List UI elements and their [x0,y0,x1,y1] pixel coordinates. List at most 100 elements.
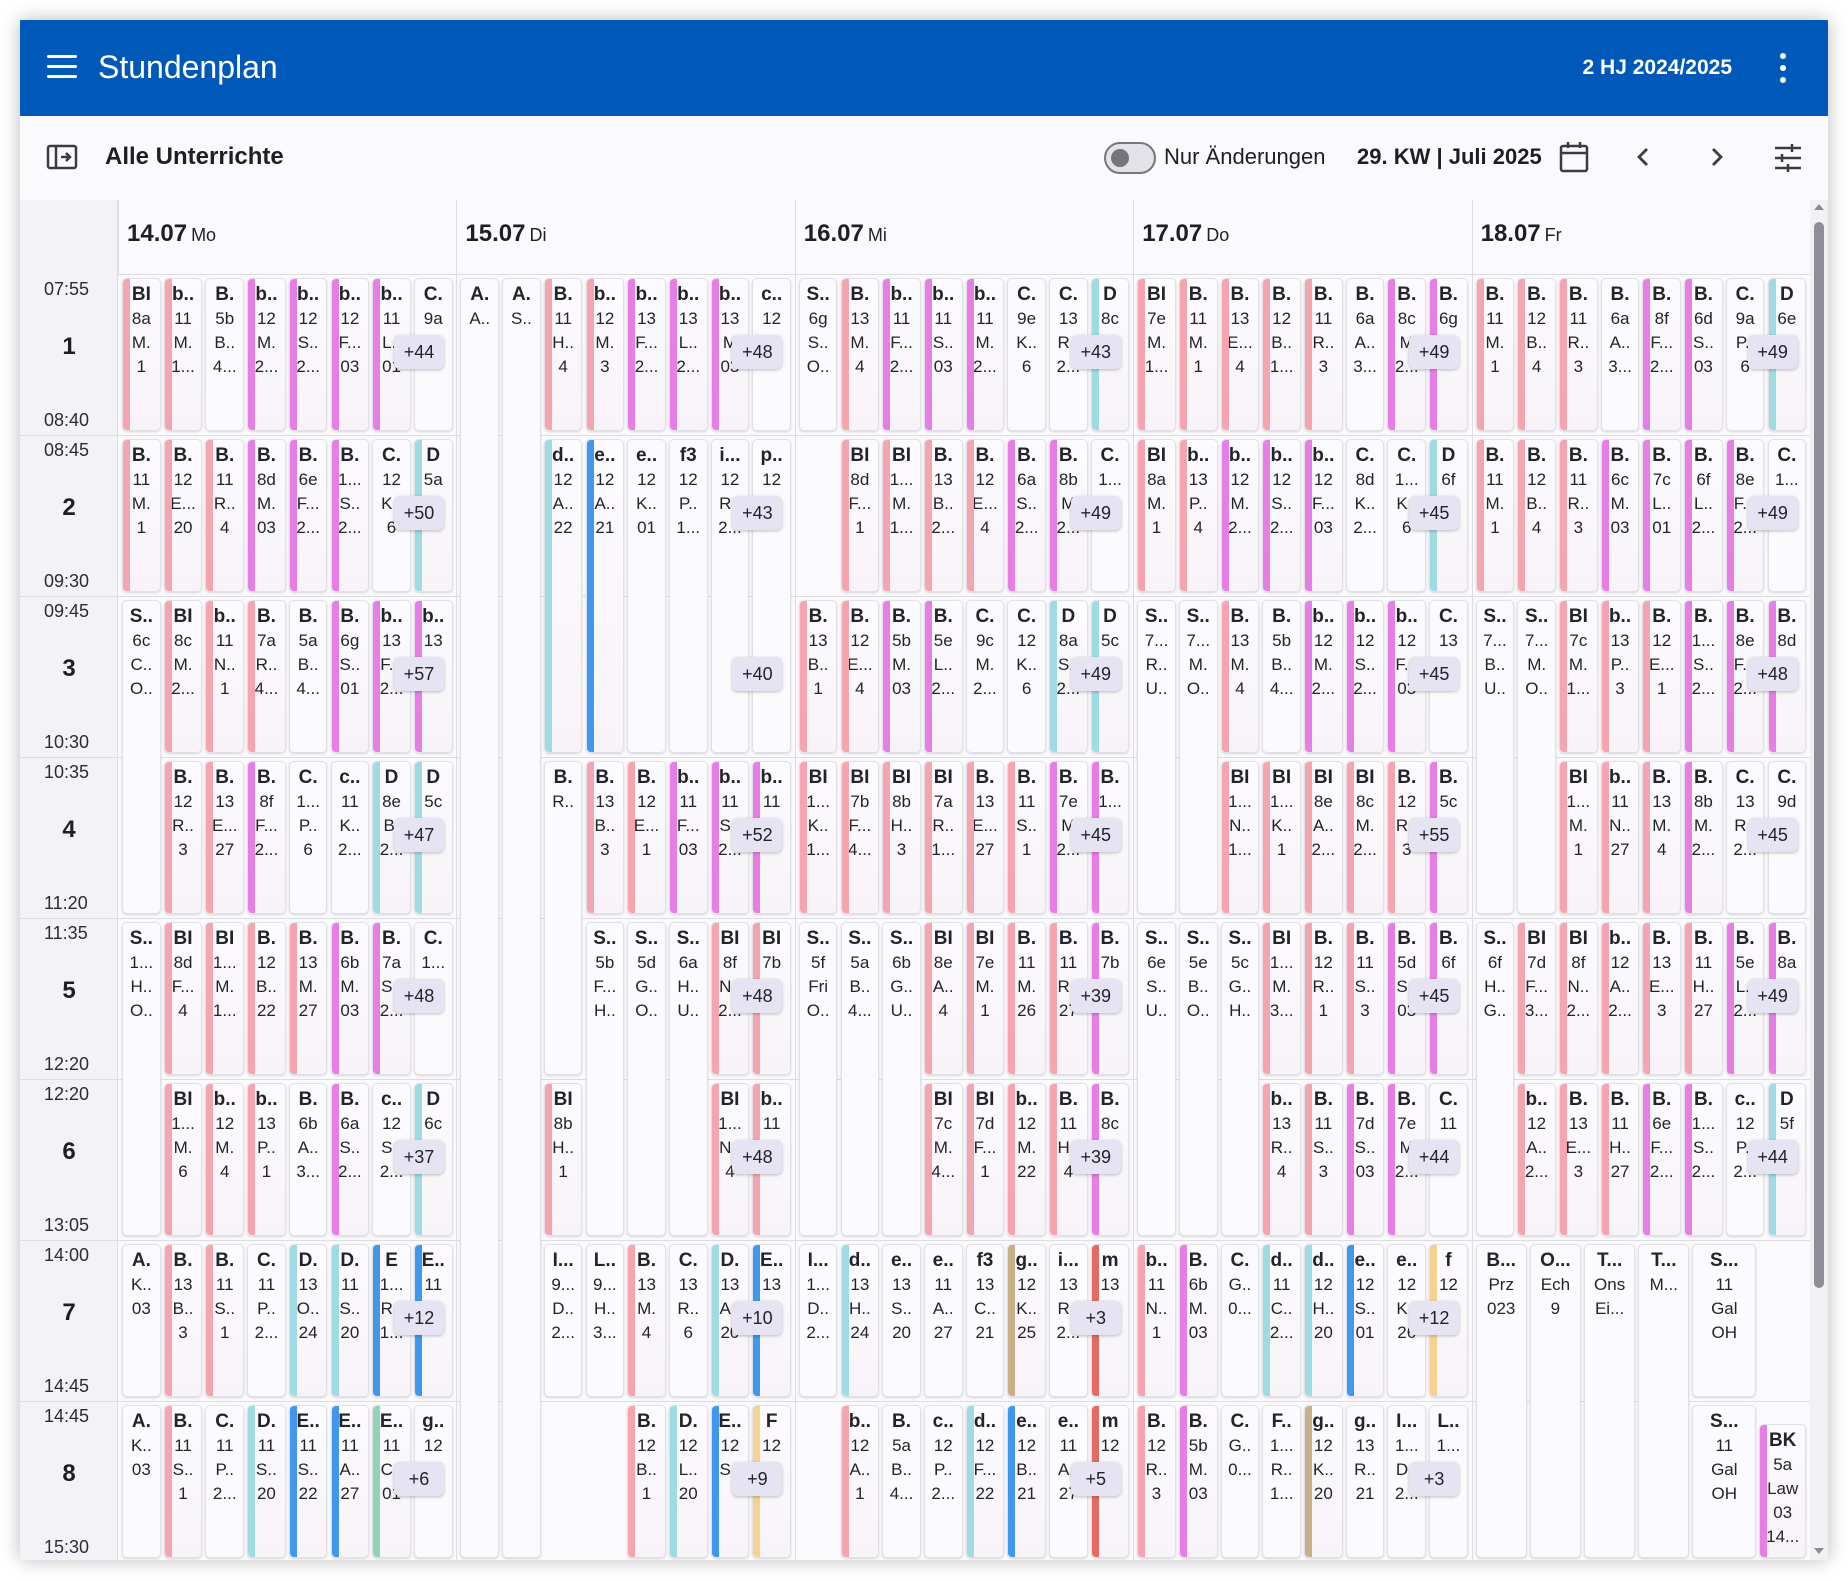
lesson-card[interactable]: B. 11 M. 1 [122,439,161,592]
lesson-card[interactable]: S.. 7... B.. U.. [1475,600,1515,914]
lesson-card[interactable]: A. A.. [460,278,500,1558]
lesson-card[interactable]: C. 9e K.. 6 [1007,278,1046,431]
lesson-card[interactable]: B. 12 E... 4 [965,439,1005,592]
lesson-card[interactable]: B. 12 B.. 1 [627,1405,666,1558]
more-lessons-button[interactable]: +45 [1409,979,1460,1013]
lesson-card[interactable]: S.. 5a B.. 4... [840,922,880,1236]
lesson-card[interactable]: BI 1... M. 6 [163,1083,203,1236]
lesson-card[interactable]: S.. 5c G.. H.. [1220,922,1260,1236]
lesson-card[interactable]: B. 7c L.. 01 [1642,439,1682,592]
lesson-card[interactable]: BI 7d F... 1 [965,1083,1005,1236]
lesson-card[interactable]: I... 9... D.. 2... [543,1244,583,1397]
lesson-card[interactable]: B. 13 B.. 2... [923,439,963,592]
lesson-card[interactable]: B. 13 B.. 1 [798,600,838,753]
lesson-card[interactable]: B. 13 M. 4 [1642,761,1682,914]
day-header-3[interactable]: 17.07 Do [1133,200,1471,275]
lesson-card[interactable]: S.. 7... R.. U.. [1137,600,1176,914]
more-lessons-button[interactable]: +45 [1070,818,1121,852]
lesson-card[interactable]: BI 7c M. 1... [1559,600,1598,753]
more-lessons-button[interactable]: +45 [1409,657,1460,691]
lesson-card[interactable]: b.. 12 S.. 2... [1262,439,1301,592]
scroll-down-icon[interactable] [1814,1548,1824,1554]
lesson-card[interactable]: B. 8d M. 03 [247,439,286,592]
lesson-card[interactable]: B. 5b M. 03 [882,600,921,753]
lesson-card[interactable]: S... 11 Gal OH [1692,1405,1757,1558]
lesson-card[interactable]: f3 12 P.. 1... [668,439,708,753]
lesson-card[interactable]: b.. 11 F... 03 [668,761,708,914]
lesson-card[interactable]: BI 8b H.. 1 [543,1083,583,1236]
lesson-card[interactable]: BI 8b H.. 3 [882,761,921,914]
lesson-card[interactable]: D. 11 S.. 20 [247,1405,286,1558]
lesson-card[interactable]: b.. 12 F... 03 [1304,439,1343,592]
more-lessons-button[interactable]: +55 [1409,818,1460,852]
lesson-card[interactable]: BI 8e A.. 4 [923,922,963,1075]
lesson-card[interactable]: BI 8f N.. 2... [1559,922,1598,1075]
lesson-card[interactable]: b.. 12 S.. 2... [1345,600,1385,753]
lesson-card[interactable]: C. 11 P.. 2... [247,1244,286,1397]
lesson-card[interactable]: B. 11 H.. 4 [543,278,583,431]
lesson-card[interactable]: d.. 12 F... 22 [965,1405,1005,1558]
lesson-card[interactable]: S.. 1... H.. O.. [122,922,161,1236]
lesson-card[interactable]: B. 13 E... 27 [205,761,245,914]
lesson-card[interactable]: b.. 12 A.. 2... [1517,1083,1556,1236]
menu-icon[interactable] [47,55,77,79]
lesson-card[interactable]: S.. 7... M. O.. [1517,600,1556,914]
more-lessons-button[interactable]: +48 [732,1140,783,1174]
more-lessons-button[interactable]: +3 [1409,1462,1460,1496]
term-label[interactable]: 2 HJ 2024/2025 [1583,54,1732,82]
lesson-card[interactable]: BI 8c M. 2... [1345,761,1385,914]
lesson-card[interactable]: T... Ons Ei... [1584,1244,1636,1558]
lesson-card[interactable]: B. 12 R.. 3 [163,761,203,914]
more-lessons-button[interactable]: +37 [394,1140,444,1174]
lesson-card[interactable]: C. G.. 0... [1220,1405,1260,1558]
lesson-card[interactable]: BI 1... N.. 1... [1220,761,1260,914]
lesson-card[interactable]: BI 1... M. 1... [205,922,245,1075]
lesson-card[interactable]: e.. 12 S.. 01 [1345,1244,1385,1397]
lesson-card[interactable]: e.. 12 K.. 01 [627,439,666,753]
lesson-card[interactable]: BI 7a R.. 1... [923,761,963,914]
lesson-card[interactable]: B. 5b B.. 4... [1262,600,1301,753]
chevron-right-icon[interactable] [1702,143,1730,171]
lesson-card[interactable]: B. 12 R.. 1 [1304,922,1343,1075]
lesson-card[interactable]: B. 5e L.. 2... [923,600,963,753]
day-header-2[interactable]: 16.07 Mi [794,200,1133,275]
lesson-card[interactable]: b.. 12 A.. 1 [840,1405,880,1558]
more-lessons-button[interactable]: +48 [732,335,783,369]
lesson-card[interactable]: S.. 6e S.. U.. [1137,922,1176,1236]
lesson-card[interactable]: B. 6b M. 03 [1178,1244,1218,1397]
lesson-card[interactable]: e.. 12 A.. 21 [585,439,625,753]
lesson-card[interactable]: b.. 13 P.. 3 [1600,600,1640,753]
lesson-card[interactable]: c.. 12 P.. 2... [923,1405,963,1558]
lesson-card[interactable]: B. 6a A.. 3... [1600,278,1640,431]
lesson-card[interactable]: BI 1... M. 3... [1262,922,1301,1075]
more-lessons-button[interactable]: +45 [1747,818,1798,852]
lesson-card[interactable]: B. 1... S.. 2... [330,439,370,592]
lesson-card[interactable]: T... M... [1638,1244,1690,1558]
lesson-card[interactable]: BI 1... K.. 1 [1262,761,1301,914]
lesson-card[interactable]: B. 11 S.. 1 [163,1405,203,1558]
lesson-card[interactable]: B. 1... S.. 2... [1684,600,1723,753]
lesson-card[interactable]: A. K.. 03 [122,1405,161,1558]
lesson-card[interactable]: S.. 7... M. O.. [1178,600,1218,914]
lesson-card[interactable]: B... Prz 023 [1475,1244,1527,1558]
lesson-card[interactable]: g.. 12 K.. 25 [1007,1244,1046,1397]
lesson-card[interactable]: O... Ech 9 [1529,1244,1581,1558]
lesson-card[interactable]: B. 12 E... 1 [1642,600,1682,753]
lesson-card[interactable]: I... 1... D.. 2... [798,1244,838,1397]
more-lessons-button[interactable]: +9 [732,1462,783,1496]
lesson-card[interactable]: B. 13 M. 27 [288,922,328,1075]
lesson-card[interactable]: S.. 6c C.. O.. [122,600,161,914]
lesson-card[interactable]: B. 12 B.. 22 [247,922,286,1075]
lesson-card[interactable]: B. 13 E... 27 [965,761,1005,914]
more-lessons-button[interactable]: +48 [394,979,444,1013]
lesson-card[interactable]: BI 7b F... 4... [840,761,880,914]
lesson-card[interactable]: B. 11 S.. 3 [1304,1083,1343,1236]
lesson-card[interactable]: BI 8e A.. 2... [1304,761,1343,914]
lesson-card[interactable]: f3 13 C.. 21 [965,1244,1005,1397]
lesson-card[interactable]: BK 5a Law 03 14... [1759,1424,1807,1558]
lesson-card[interactable]: C. 8d K.. 2... [1345,439,1385,592]
day-header-4[interactable]: 18.07 Fr [1471,200,1810,275]
lesson-card[interactable]: b.. 11 N.. 27 [1600,761,1640,914]
more-lessons-button[interactable]: +5 [1070,1462,1121,1496]
lesson-card[interactable]: B. 12 R.. 3 [1137,1405,1176,1558]
